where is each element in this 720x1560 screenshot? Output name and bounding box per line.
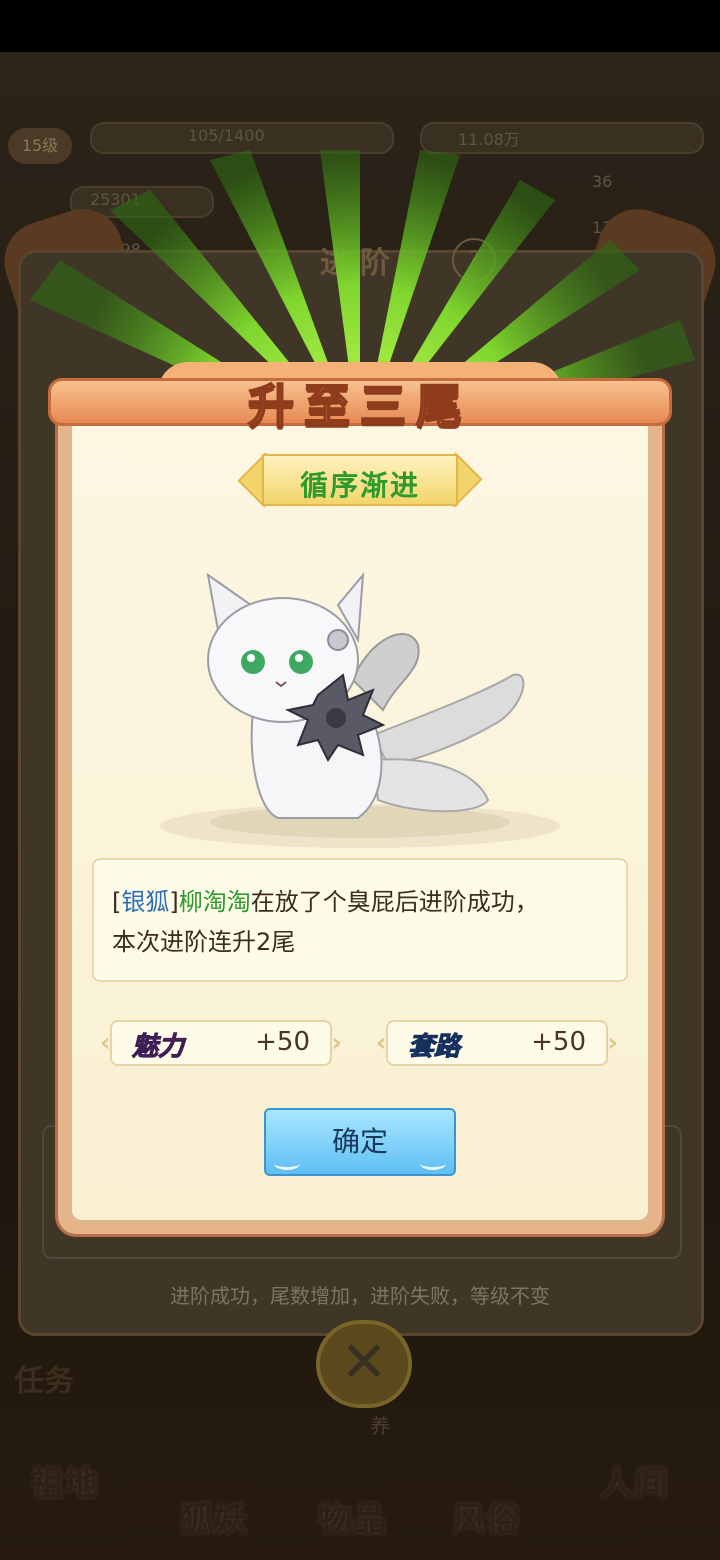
swirl-decor-right: [420, 1157, 446, 1170]
stat-trick-value: +50: [531, 1027, 586, 1057]
nav-item-fox[interactable]: 狐妖: [180, 1492, 248, 1541]
fox-name: 柳淘淘: [178, 888, 251, 916]
result-message: [银狐]柳淘淘在放了个臭屁后进阶成功， 本次进阶连升2尾: [112, 882, 612, 962]
stat-charm-label: 魅力: [131, 1032, 185, 1063]
swirl-decor-left: [274, 1157, 300, 1170]
white-fox-illustration: [160, 571, 560, 848]
confirm-button[interactable]: 确定: [264, 1108, 456, 1176]
message-line1: 在放了个臭屁后进阶成功，: [250, 888, 539, 916]
stat-charm: ‹ › 魅力 +50: [100, 1020, 342, 1066]
confirm-label: 确定: [331, 1125, 388, 1158]
modal-title: 升至三尾: [247, 378, 472, 434]
chevron-right-icon: ›: [607, 1028, 618, 1058]
result-message-box: [银狐]柳淘淘在放了个臭屁后进阶成功， 本次进阶连升2尾: [92, 858, 628, 982]
chevron-left-icon: ‹: [100, 1028, 111, 1058]
chevron-left-icon: ‹: [376, 1028, 387, 1058]
close-icon[interactable]: ✕: [316, 1320, 412, 1408]
subtitle-plate: 循序渐进: [237, 452, 483, 508]
bracket-close: ]: [169, 888, 179, 916]
fox-breed: 银狐: [121, 888, 170, 916]
message-line2: 本次进阶连升2尾: [112, 928, 296, 956]
nav-item-custom[interactable]: 风俗: [452, 1492, 520, 1541]
stat-trick: ‹ › 套路 +50: [376, 1020, 618, 1066]
currency-text: 11.08万: [458, 130, 520, 149]
stat-trick-label: 套路: [407, 1032, 461, 1063]
nav-item-ancestral[interactable]: 祖地: [30, 1456, 98, 1505]
chevron-right-icon: ›: [331, 1028, 342, 1058]
exp-text: 105/1400: [188, 126, 265, 145]
task-label[interactable]: 任务: [14, 1356, 74, 1400]
raise-label: 养: [370, 1414, 390, 1438]
nav-item-world[interactable]: 人间: [600, 1456, 668, 1505]
bracket-open: [: [112, 888, 122, 916]
title-banner: 升至三尾: [48, 362, 672, 434]
modal-subtitle: 循序渐进: [299, 469, 420, 502]
bottom-nav: 祖地 狐妖 物品 风俗 人间: [0, 1400, 720, 1560]
status-bar: [0, 0, 720, 52]
nav-item-items[interactable]: 物品: [318, 1492, 386, 1541]
advance-hint-text: 进阶成功，尾数增加，进阶失败，等级不变: [170, 1284, 550, 1308]
stat-charm-value: +50: [255, 1027, 310, 1057]
